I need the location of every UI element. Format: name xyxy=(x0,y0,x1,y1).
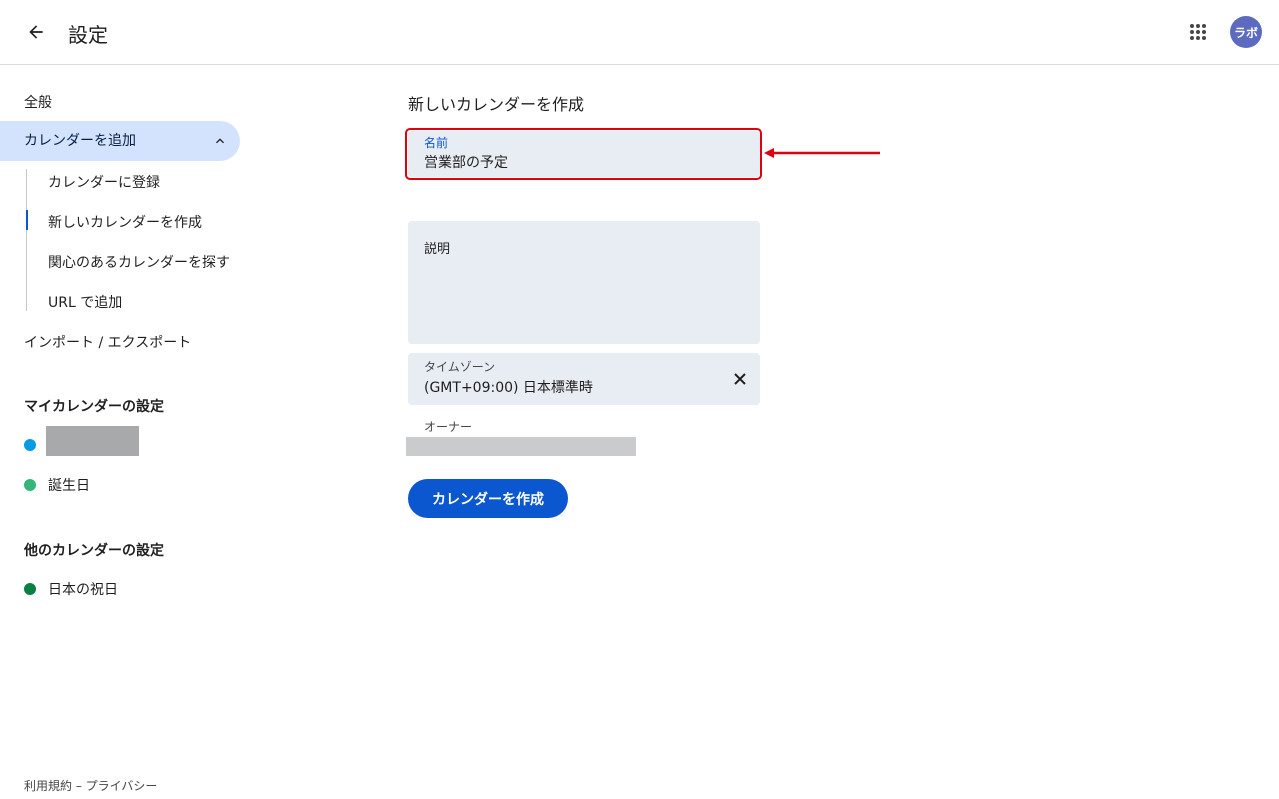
other-calendars-heading: 他のカレンダーの設定 xyxy=(24,543,164,559)
create-calendar-button[interactable]: カレンダーを作成 xyxy=(408,479,568,518)
active-indicator xyxy=(26,210,28,230)
sidebar-item-create-calendar[interactable]: 新しいカレンダーを作成 xyxy=(48,212,202,232)
timezone-field-label: タイムゾーン xyxy=(424,360,496,374)
my-calendar-item[interactable] xyxy=(24,435,48,455)
owner-label: オーナー xyxy=(424,420,473,434)
sidebar-item-add-calendar[interactable]: カレンダーを追加 xyxy=(0,121,240,161)
form-title: 新しいカレンダーを作成 xyxy=(408,95,585,114)
sidebar-item-label: カレンダーを追加 xyxy=(24,133,136,149)
calendar-color-dot xyxy=(24,583,36,595)
account-avatar[interactable]: ラボ xyxy=(1230,16,1262,48)
calendar-label: 日本の祝日 xyxy=(48,582,118,598)
timezone-field-value[interactable]: (GMT+09:00) 日本標準時 xyxy=(424,377,593,397)
redacted-owner-value xyxy=(406,437,636,456)
chevron-up-icon xyxy=(216,138,224,144)
description-field[interactable]: 説明 xyxy=(408,221,760,344)
other-calendar-item[interactable]: 日本の祝日 xyxy=(24,579,118,599)
top-bar: 設定 ラボ xyxy=(0,0,1279,65)
my-calendar-item[interactable]: 誕生日 xyxy=(24,475,90,495)
clear-icon[interactable] xyxy=(730,369,750,389)
timezone-field[interactable]: タイムゾーン (GMT+09:00) 日本標準時 xyxy=(408,353,760,405)
description-field-label: 説明 xyxy=(424,242,451,257)
sidebar-item-subscribe[interactable]: カレンダーに登録 xyxy=(48,172,160,192)
sidebar-item-import-export[interactable]: インポート / エクスポート xyxy=(24,332,191,352)
annotation-highlight-box xyxy=(405,128,762,180)
page-title: 設定 xyxy=(68,23,108,47)
calendar-color-dot xyxy=(24,439,36,451)
calendar-color-dot xyxy=(24,479,36,491)
sidebar-item-general[interactable]: 全般 xyxy=(24,92,52,112)
calendar-label: 誕生日 xyxy=(48,478,90,494)
sidebar-item-add-by-url[interactable]: URL で追加 xyxy=(48,292,122,312)
back-arrow-icon[interactable] xyxy=(20,16,52,48)
footer-links[interactable]: 利用規約 – プライバシー xyxy=(24,777,157,794)
sidebar-item-browse-calendars[interactable]: 関心のあるカレンダーを探す xyxy=(48,252,230,272)
redacted-calendar-name xyxy=(46,426,139,456)
my-calendars-heading: マイカレンダーの設定 xyxy=(24,399,164,415)
submenu-divider xyxy=(26,169,27,311)
apps-grid-icon[interactable] xyxy=(1182,16,1214,48)
annotation-arrow-icon xyxy=(764,148,880,158)
settings-sidebar: 全般 カレンダーを追加 カレンダーに登録 新しいカレンダーを作成 関心のあるカレ… xyxy=(0,65,260,799)
